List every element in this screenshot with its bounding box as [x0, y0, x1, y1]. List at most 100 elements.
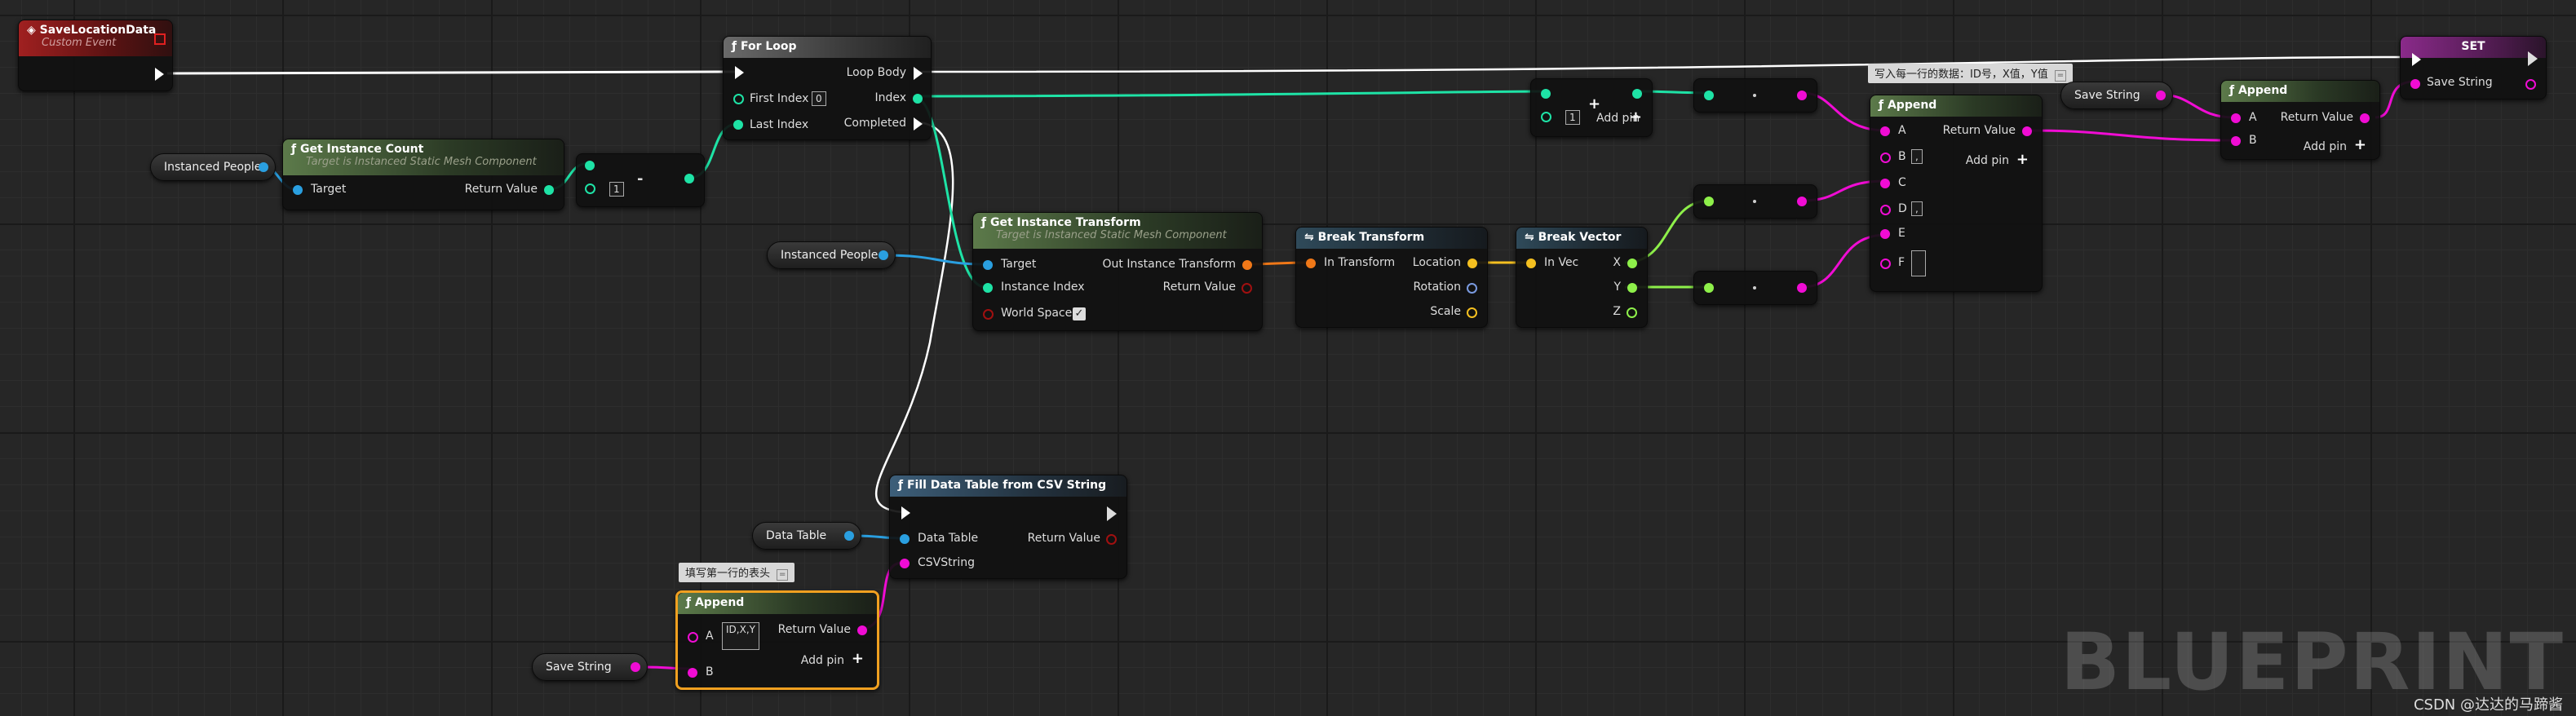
data-table-pin[interactable]	[844, 531, 854, 541]
at-add-pin-icon[interactable]: +	[2354, 136, 2366, 153]
add-b-input[interactable]: 1	[1565, 110, 1580, 125]
ab-return-pin[interactable]	[857, 625, 867, 635]
am-add-pin-icon[interactable]: +	[2016, 151, 2029, 168]
add-b-pin[interactable]	[1541, 112, 1551, 122]
for-loop-node[interactable]: ƒ For Loop First Index 0 Last Index Loop…	[723, 36, 932, 140]
append-bottom-comment[interactable]: 填写第一行的表头 =	[679, 563, 795, 582]
data-table-variable[interactable]: Data Table	[752, 522, 861, 550]
at-b-pin[interactable]	[2231, 136, 2241, 146]
append-main-node[interactable]: ƒ Append A B , C D , E F Return Value Ad…	[1870, 95, 2043, 292]
git-instance-index-pin[interactable]	[983, 283, 993, 293]
first-index-pin[interactable]	[733, 94, 744, 104]
comment-collapse-icon[interactable]: =	[777, 569, 789, 581]
ab-add-pin-label[interactable]: Add pin	[801, 654, 844, 667]
append-main-comment[interactable]: 写入每一行的数据：ID号，X值，Y值 =	[1868, 64, 2074, 83]
ft-return-pin[interactable]	[1106, 534, 1117, 545]
instanced-people-pin[interactable]	[259, 162, 268, 172]
fill-data-table-node[interactable]: ƒ Fill Data Table from CSV String Data T…	[889, 475, 1127, 579]
bt-scale-pin[interactable]	[1467, 307, 1477, 318]
set-node[interactable]: SET Save String	[2400, 36, 2547, 99]
fill-table-exec-in[interactable]	[901, 506, 910, 519]
set-out-pin[interactable]	[2525, 79, 2536, 90]
ab-b-pin[interactable]	[688, 668, 697, 678]
git-out-transform-pin[interactable]	[1242, 260, 1252, 270]
index-out-pin[interactable]	[913, 94, 923, 104]
set-exec-out[interactable]	[2528, 51, 2538, 66]
at-a-pin[interactable]	[2231, 113, 2241, 123]
am-a-pin[interactable]	[1880, 126, 1890, 136]
bv-in-vec-pin[interactable]	[1526, 259, 1536, 268]
int-to-string-in[interactable]	[1704, 91, 1714, 100]
bt-location-pin[interactable]	[1467, 259, 1477, 268]
add-out-pin[interactable]	[1632, 89, 1642, 99]
float-x-to-string-node[interactable]	[1693, 184, 1817, 219]
add-pin-icon[interactable]: +	[1630, 108, 1642, 126]
subtract-a-pin[interactable]	[585, 161, 595, 170]
completed-exec-out[interactable]	[914, 117, 923, 130]
ft-csv-pin[interactable]	[900, 559, 910, 568]
append-bottom-node[interactable]: ƒ Append A ID,X,Y B Return Value Add pin…	[675, 590, 879, 690]
git-world-space-pin[interactable]	[983, 309, 994, 320]
add-a-pin[interactable]	[1541, 89, 1551, 99]
save-string-pin-top[interactable]	[2156, 91, 2166, 100]
gic-return-pin[interactable]	[544, 185, 554, 195]
subtract-out-pin[interactable]	[684, 174, 694, 183]
set-exec-in[interactable]	[2412, 53, 2421, 66]
save-string-pin-bottom[interactable]	[631, 662, 640, 672]
instanced-people-pin-2[interactable]	[879, 250, 888, 260]
am-e-pin[interactable]	[1880, 229, 1890, 239]
ab-a-input[interactable]: ID,X,Y	[722, 622, 759, 650]
at-add-pin-label[interactable]: Add pin	[2304, 140, 2347, 153]
gic-target-pin[interactable]	[293, 185, 303, 195]
am-f-pin[interactable]	[1880, 259, 1891, 269]
ab-a-pin[interactable]	[688, 632, 698, 643]
am-f-input[interactable]	[1911, 250, 1926, 276]
ft-data-table-pin[interactable]	[900, 534, 910, 544]
event-exec-out[interactable]	[155, 68, 164, 81]
am-add-pin-label[interactable]: Add pin	[1966, 154, 2009, 167]
float-y-to-string-in[interactable]	[1704, 283, 1714, 293]
first-index-input[interactable]: 0	[812, 91, 826, 106]
at-return-pin[interactable]	[2360, 113, 2370, 123]
int-to-string-node[interactable]	[1693, 78, 1817, 113]
am-return-pin[interactable]	[2022, 126, 2032, 136]
instanced-people-variable[interactable]: Instanced People	[150, 153, 276, 181]
am-c-pin[interactable]	[1880, 179, 1890, 188]
float-y-to-string-out[interactable]	[1797, 283, 1807, 293]
loop-body-exec-out[interactable]	[914, 67, 923, 80]
bt-rotation-pin[interactable]	[1467, 283, 1477, 294]
float-x-to-string-out[interactable]	[1797, 197, 1807, 206]
am-d-input[interactable]: ,	[1911, 201, 1923, 216]
bv-z-pin[interactable]	[1627, 307, 1637, 318]
subtract-b-input[interactable]: 1	[609, 182, 624, 197]
ab-add-pin-icon[interactable]: +	[852, 650, 864, 667]
break-vector-node[interactable]: ⇋ Break Vector In Vec X Y Z	[1516, 227, 1648, 328]
float-y-to-string-node[interactable]	[1693, 271, 1817, 305]
bv-x-pin[interactable]	[1627, 259, 1637, 268]
append-top-node[interactable]: ƒ Append A B Return Value Add pin +	[2220, 80, 2380, 160]
comment-collapse-icon[interactable]: =	[2054, 70, 2067, 82]
custom-event-node[interactable]: ◈ SaveLocationData Custom Event	[18, 20, 173, 91]
save-string-variable-top[interactable]: Save String	[2060, 82, 2173, 109]
am-d-pin[interactable]	[1880, 205, 1891, 215]
am-b-input[interactable]: ,	[1911, 149, 1923, 164]
git-return-pin[interactable]	[1242, 283, 1252, 294]
last-index-pin[interactable]	[733, 120, 743, 130]
event-delegate-pin[interactable]	[154, 33, 166, 45]
instanced-people-variable-2[interactable]: Instanced People	[767, 241, 896, 269]
int-to-string-out[interactable]	[1797, 91, 1807, 100]
world-space-checkbox[interactable]: ✓	[1073, 307, 1086, 320]
git-target-pin[interactable]	[983, 260, 993, 270]
add-node[interactable]: + 1 Add pin +	[1530, 78, 1653, 137]
float-x-to-string-in[interactable]	[1704, 197, 1714, 206]
am-b-pin[interactable]	[1880, 152, 1891, 163]
subtract-b-pin[interactable]	[585, 183, 595, 194]
for-loop-exec-in[interactable]	[735, 66, 744, 79]
bt-in-transform-pin[interactable]	[1306, 259, 1316, 268]
fill-table-exec-out[interactable]	[1107, 506, 1117, 521]
save-string-variable-bottom[interactable]: Save String	[532, 653, 648, 681]
subtract-node[interactable]: 1 -	[576, 153, 705, 207]
bv-y-pin[interactable]	[1627, 283, 1637, 293]
break-transform-node[interactable]: ⇋ Break Transform In Transform Location …	[1295, 227, 1488, 328]
get-instance-count-node[interactable]: ƒ Get Instance Count Target is Instanced…	[282, 139, 564, 210]
